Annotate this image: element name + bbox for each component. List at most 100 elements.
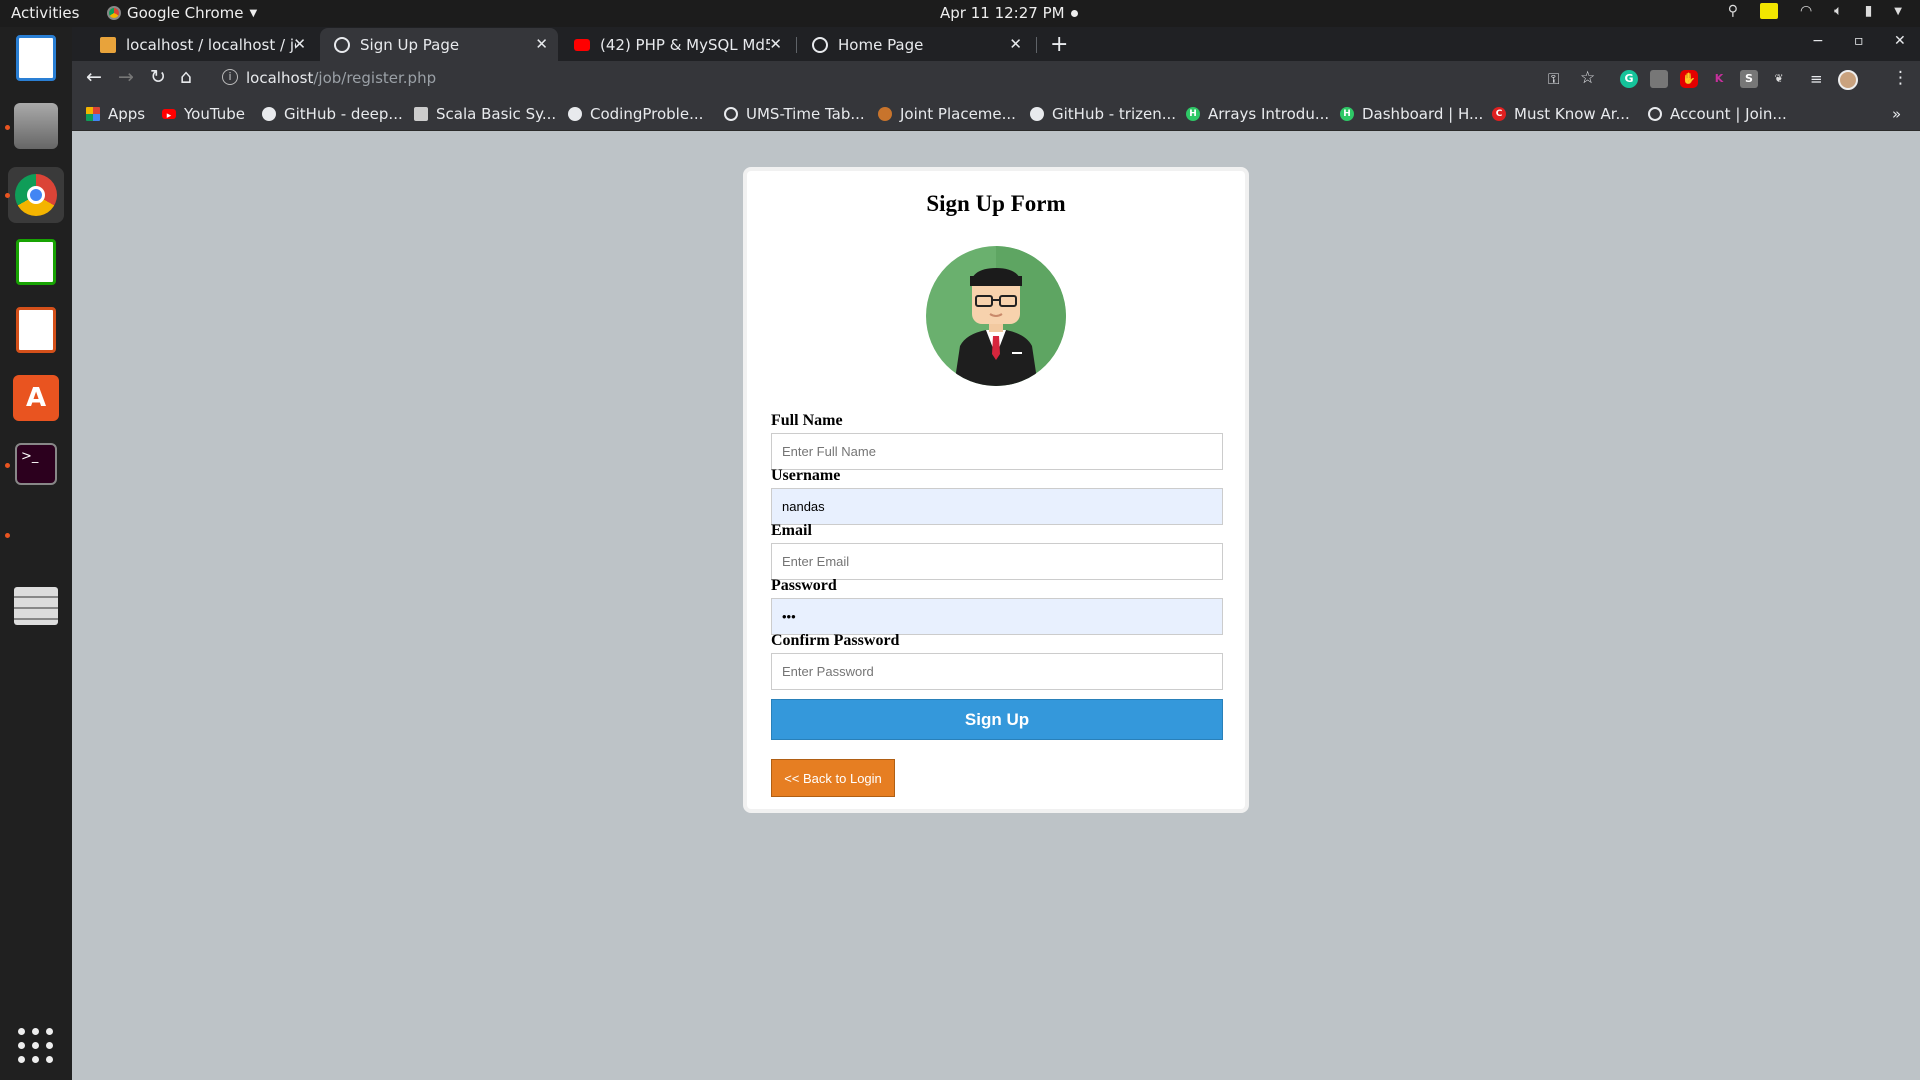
youtube-icon [574, 38, 590, 51]
libreoffice-calc-icon[interactable] [16, 239, 56, 285]
caret-down-icon: ▼ [249, 7, 258, 19]
tab-home-page[interactable]: Home Page ✕ [798, 28, 1032, 61]
profile-avatar[interactable] [1838, 70, 1858, 90]
clock-label: Apr 11 12:27 PM [940, 4, 1065, 22]
bookmark-dashboard[interactable]: H Dashboard | H... [1340, 105, 1483, 123]
battery-icon[interactable]: ▮ [1865, 3, 1873, 19]
bookmark-joint-placement[interactable]: Joint Placeme... [878, 105, 1016, 123]
url-host: localhost [246, 69, 314, 87]
files-icon[interactable] [14, 103, 58, 149]
hackerrank-icon: H [1340, 107, 1354, 121]
back-arrow-icon[interactable]: ← [86, 66, 102, 88]
bookmark-ums-timetable[interactable]: UMS-Time Tab... [724, 105, 865, 123]
sticky-notes-icon[interactable] [1759, 3, 1778, 19]
key-icon[interactable]: ⚿ [1548, 70, 1559, 88]
activities-button[interactable]: Activities [11, 4, 79, 22]
puzzle-extension-icon[interactable] [1650, 70, 1668, 88]
close-window-icon[interactable]: ✕ [1894, 33, 1906, 49]
bookmarks-bar: Apps ▸ YouTube GitHub - deep... Scala Ba… [72, 97, 1920, 131]
youtube-icon: ▸ [162, 109, 176, 121]
notification-dot-icon [1070, 9, 1078, 17]
site-info-icon[interactable]: i [222, 69, 238, 85]
accessibility-icon[interactable]: ⚲ [1728, 3, 1738, 19]
bookmark-arrays-intro[interactable]: H Arrays Introdu... [1186, 105, 1329, 123]
terminal-icon[interactable]: >_ [15, 443, 57, 485]
show-applications-icon[interactable] [18, 1028, 54, 1064]
server-icon[interactable] [14, 587, 58, 625]
username-label: Username [771, 467, 841, 484]
wifi-icon[interactable]: ◠ [1800, 3, 1812, 19]
dock: A >_ [0, 27, 72, 1080]
close-tab-icon[interactable]: ✕ [293, 35, 306, 53]
home-icon[interactable]: ⌂ [180, 66, 192, 88]
power-menu-caret-icon[interactable]: ▼ [1894, 6, 1902, 17]
close-tab-icon[interactable]: ✕ [769, 35, 782, 53]
software-center-icon[interactable]: A [13, 375, 59, 421]
back-to-login-button[interactable]: << Back to Login [771, 759, 895, 797]
placement-icon [878, 107, 892, 121]
bookmark-scala-basic[interactable]: Scala Basic Sy... [414, 105, 556, 123]
businessman-illustration [954, 246, 1066, 386]
adblock-extension-icon[interactable]: ✋ [1680, 70, 1698, 88]
minimize-icon[interactable]: − [1812, 33, 1824, 49]
forward-arrow-icon[interactable]: → [118, 66, 134, 88]
confirm-password-input[interactable] [771, 653, 1223, 690]
bookmark-apps[interactable]: Apps [86, 105, 145, 123]
bookmark-must-know[interactable]: C Must Know Ar... [1492, 105, 1630, 123]
close-tab-icon[interactable]: ✕ [535, 35, 548, 53]
reload-icon[interactable]: ↻ [150, 66, 166, 88]
clock[interactable]: Apr 11 12:27 PM [940, 4, 1078, 22]
password-input[interactable] [771, 598, 1223, 635]
k-extension-icon[interactable]: K [1710, 70, 1728, 88]
close-tab-icon[interactable]: ✕ [1009, 35, 1022, 53]
running-indicator [5, 125, 10, 130]
tab-title: Sign Up Page [360, 35, 460, 54]
bookmark-account-join[interactable]: Account | Join... [1648, 105, 1787, 123]
bookmark-label: GitHub - deep... [284, 105, 403, 123]
bookmark-label: CodingProble... [590, 105, 704, 123]
github-icon [262, 107, 276, 121]
libreoffice-impress-icon[interactable] [16, 307, 56, 353]
feather-extension-icon[interactable]: ❦ [1770, 70, 1788, 88]
libreoffice-writer-icon[interactable] [16, 35, 56, 81]
s-extension-icon[interactable]: S [1740, 70, 1758, 88]
globe-icon [1648, 107, 1662, 121]
bookmark-label: YouTube [184, 105, 245, 123]
globe-icon [724, 107, 738, 121]
chrome-menu-icon[interactable]: ⋮ [1892, 68, 1909, 88]
bookmark-youtube[interactable]: ▸ YouTube [162, 105, 245, 123]
bookmarks-overflow-icon[interactable]: » [1892, 105, 1901, 123]
bookmark-label: UMS-Time Tab... [746, 105, 865, 123]
address-bar[interactable]: i localhost/job/register.php [212, 65, 1632, 93]
bookmark-codingproblems[interactable]: CodingProble... [568, 105, 703, 123]
tab-sign-up-page[interactable]: Sign Up Page ✕ [320, 28, 558, 61]
c-brand-icon: C [1492, 107, 1506, 121]
media-queue-icon[interactable]: ≡ [1810, 70, 1823, 88]
grammarly-extension-icon[interactable]: G [1620, 70, 1638, 88]
bookmark-label: Scala Basic Sy... [436, 105, 557, 123]
email-label: Email [771, 522, 812, 539]
full-name-label: Full Name [771, 412, 843, 429]
username-input[interactable] [771, 488, 1223, 525]
bookmark-label: Must Know Ar... [1514, 105, 1630, 123]
full-name-input[interactable] [771, 433, 1223, 470]
tab-youtube-video[interactable]: (42) PHP & MySQL Md5 En ✕ [560, 28, 792, 61]
github-icon [1030, 107, 1044, 121]
chrome-icon[interactable] [8, 167, 64, 223]
volume-icon[interactable]: 🔈︎ [1834, 3, 1842, 19]
maximize-icon[interactable]: ▫ [1854, 33, 1864, 49]
hackerrank-icon: H [1186, 107, 1200, 121]
new-tab-icon[interactable]: + [1050, 32, 1068, 57]
bookmark-github-deep[interactable]: GitHub - deep... [262, 105, 403, 123]
email-input[interactable] [771, 543, 1223, 580]
globe-icon [334, 36, 350, 53]
sign-up-button[interactable]: Sign Up [771, 699, 1223, 740]
bookmark-github-trizen[interactable]: GitHub - trizen... [1030, 105, 1176, 123]
form-title: Sign Up Form [926, 191, 1066, 216]
app-menu[interactable]: Google Chrome ▼ [107, 4, 257, 22]
bookmark-star-icon[interactable]: ☆ [1580, 68, 1595, 88]
tab-phpmyadmin[interactable]: localhost / localhost / job ✕ [86, 28, 316, 61]
tab-title: Home Page [838, 35, 924, 54]
tab-separator [1036, 37, 1037, 53]
apps-grid-icon [86, 107, 100, 121]
